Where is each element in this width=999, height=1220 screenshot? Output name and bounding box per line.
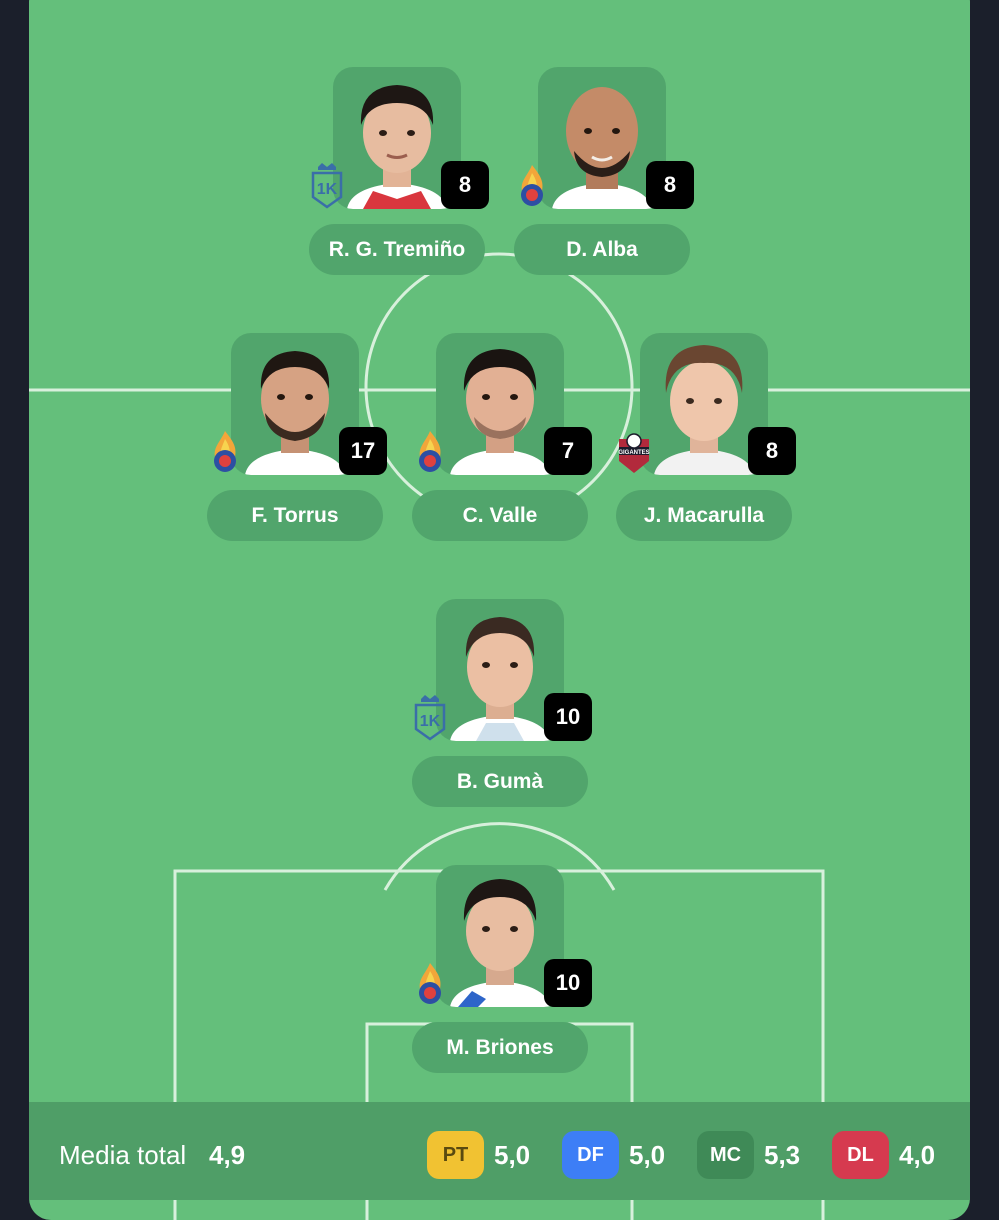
position-goalkeeper: PT 5,0 xyxy=(427,1131,530,1179)
svg-text:1K: 1K xyxy=(317,181,338,198)
player-card[interactable]: 10 M. Briones xyxy=(412,865,592,1075)
player-card[interactable]: 7 C. Valle xyxy=(412,333,592,543)
player-card[interactable]: 1K 10 B. Gumà xyxy=(412,599,592,809)
kings-league-icon: 1K xyxy=(412,693,448,743)
rating-badge: 10 xyxy=(544,959,592,1007)
player-card[interactable]: GIGANTES 8 J. Macarulla xyxy=(616,333,796,543)
porcinos-fire-icon xyxy=(412,959,448,1009)
rating-badge: 7 xyxy=(544,427,592,475)
position-average: 5,0 xyxy=(494,1139,531,1170)
player-name: F. Torrus xyxy=(207,490,383,541)
porcinos-fire-icon xyxy=(207,427,243,477)
player-name: R. G. Tremiño xyxy=(309,224,485,275)
position-badge: DF xyxy=(562,1131,619,1179)
position-average: 5,3 xyxy=(764,1139,801,1170)
svg-text:1K: 1K xyxy=(420,713,441,730)
position-forward: DL 4,0 xyxy=(832,1131,935,1179)
position-average: 5,0 xyxy=(629,1139,666,1170)
pitch: 1K 8 R. G. Tremiño 8 D. Alba 17 F. Torru… xyxy=(29,0,970,1220)
rating-badge: 8 xyxy=(646,161,694,209)
rating-badge: 8 xyxy=(441,161,489,209)
player-name: J. Macarulla xyxy=(616,490,792,541)
player-card[interactable]: 8 D. Alba xyxy=(514,67,694,277)
average-total-label: Media total xyxy=(59,1140,187,1170)
player-card[interactable]: 1K 8 R. G. Tremiño xyxy=(309,67,489,277)
player-name: C. Valle xyxy=(412,490,588,541)
average-total-value: 4,9 xyxy=(209,1140,246,1170)
porcinos-fire-icon xyxy=(514,161,550,211)
kings-league-icon: 1K xyxy=(309,161,345,211)
position-average: 4,0 xyxy=(899,1139,936,1170)
rating-badge: 10 xyxy=(544,693,592,741)
player-name: B. Gumà xyxy=(412,756,588,807)
player-name: M. Briones xyxy=(412,1022,588,1073)
position-badge: PT xyxy=(427,1131,484,1179)
player-name: D. Alba xyxy=(514,224,690,275)
team-summary-bar: Media total 4,9 PT 5,0 DF 5,0 MC 5,3 DL … xyxy=(29,1102,970,1200)
position-midfielder: MC 5,3 xyxy=(697,1131,800,1179)
position-badge: DL xyxy=(832,1131,889,1179)
gigantes-icon: GIGANTES xyxy=(616,427,652,477)
player-card[interactable]: 17 F. Torrus xyxy=(207,333,387,543)
svg-text:GIGANTES: GIGANTES xyxy=(618,450,649,456)
rating-badge: 17 xyxy=(339,427,387,475)
position-defender: DF 5,0 xyxy=(562,1131,665,1179)
rating-badge: 8 xyxy=(748,427,796,475)
porcinos-fire-icon xyxy=(412,427,448,477)
position-badge: MC xyxy=(697,1131,754,1179)
